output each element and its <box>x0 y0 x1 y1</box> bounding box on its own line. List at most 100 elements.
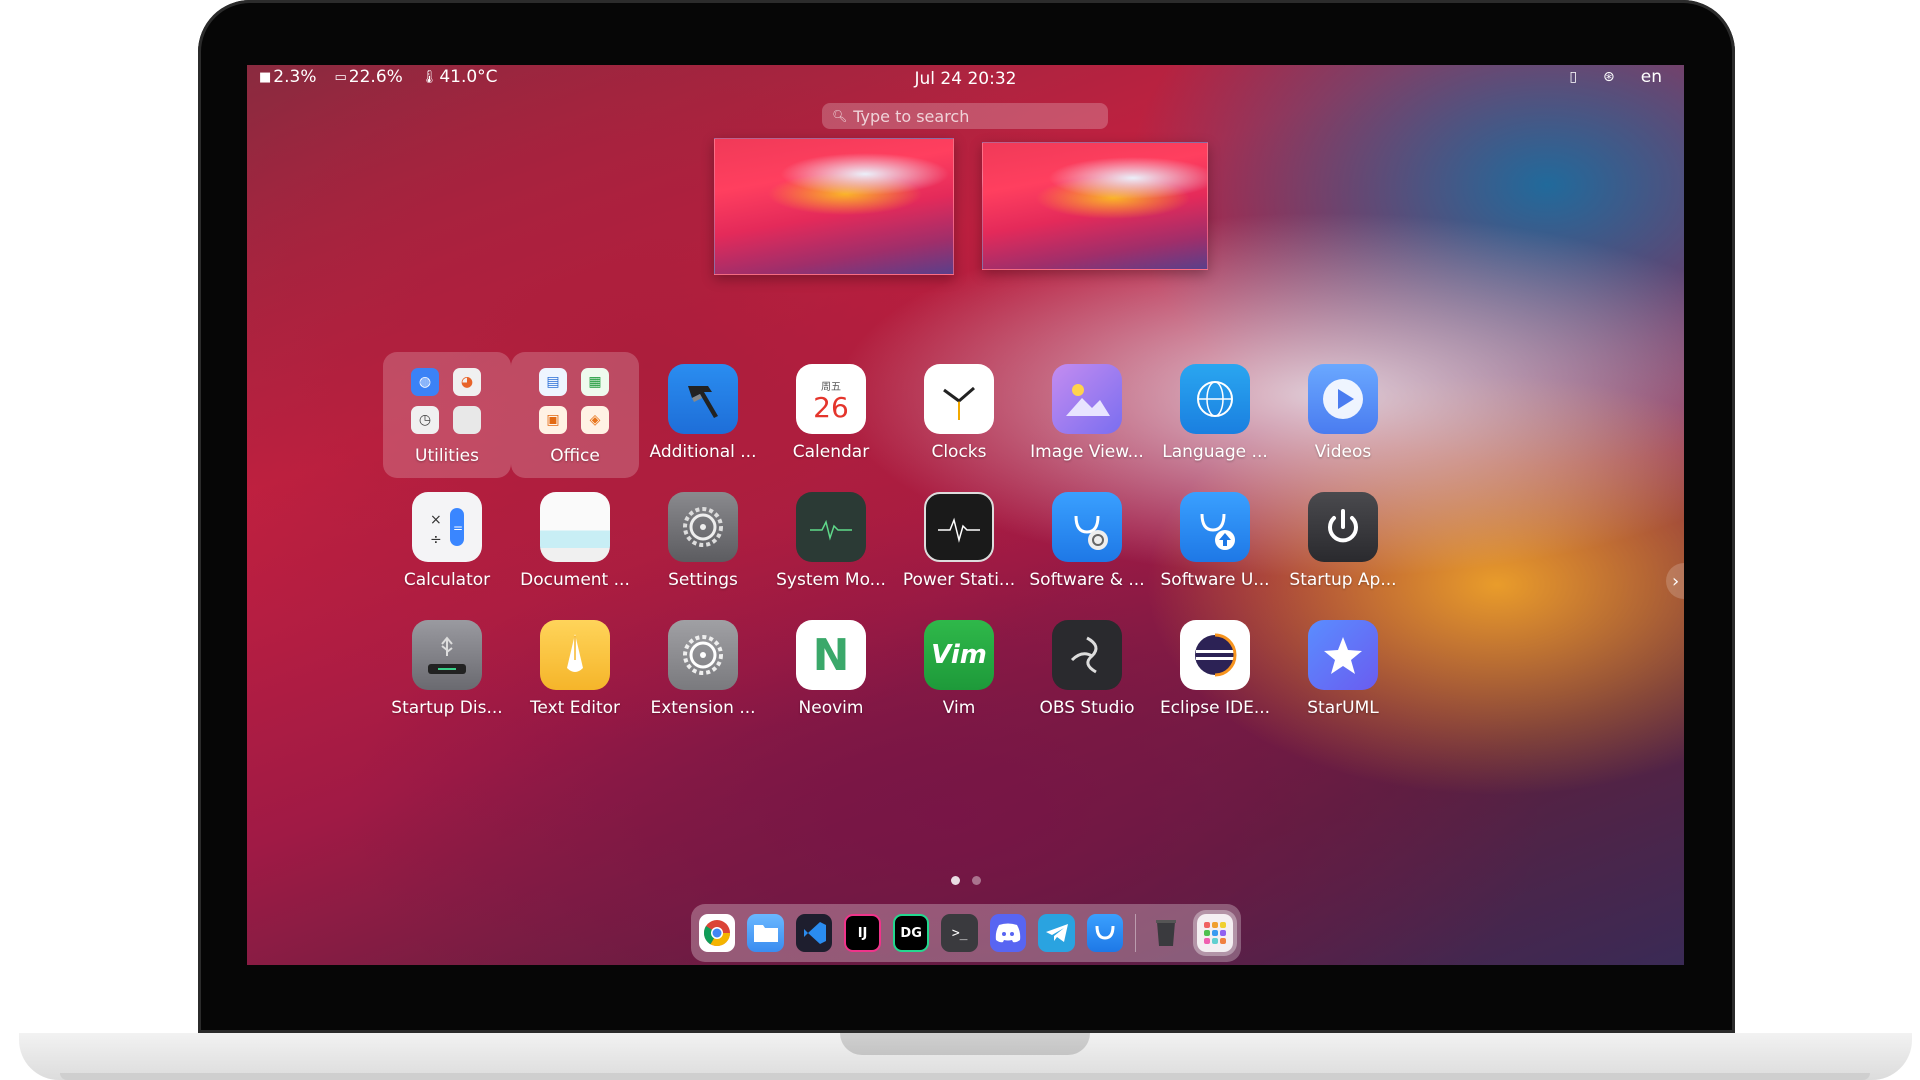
app-staruml[interactable]: StarUML <box>1279 608 1407 734</box>
usb-drive-icon <box>412 620 482 690</box>
intellij-label: IJ <box>857 925 868 941</box>
date-time[interactable]: Jul 24 20:32 <box>247 69 1684 89</box>
app-settings[interactable]: Settings <box>639 480 767 606</box>
star-icon <box>1308 620 1378 690</box>
language-indicator[interactable]: en <box>1641 67 1662 87</box>
obs-icon <box>1052 620 1122 690</box>
globe-icon <box>1180 364 1250 434</box>
neovim-glyph: N <box>812 629 850 681</box>
document-icon <box>540 492 610 562</box>
clipboard-icon[interactable]: ▯ <box>1569 69 1577 85</box>
app-label: Neovim <box>798 698 864 718</box>
app-clocks[interactable]: Clocks <box>895 352 1023 478</box>
app-language-support[interactable]: Language ... <box>1151 352 1279 478</box>
app-label: Office <box>550 446 600 466</box>
terminal-icon[interactable]: >_ <box>941 914 978 952</box>
pen-icon <box>540 620 610 690</box>
app-label: Text Editor <box>529 698 621 718</box>
app-software-updater[interactable]: Software U... <box>1151 480 1279 606</box>
calculator-icon: × ÷ = <box>412 492 482 562</box>
power-icon <box>1308 492 1378 562</box>
workspace-thumbnail-2[interactable] <box>982 142 1208 270</box>
app-startup-applications[interactable]: Startup Ap... <box>1279 480 1407 606</box>
desktop-screen: ■ 2.3% ▭ 22.6% 🌡︎ 41.0°C Jul 24 20:32 ▯ … <box>247 65 1684 965</box>
software-store-icon[interactable] <box>1086 914 1124 952</box>
top-bar: ■ 2.3% ▭ 22.6% 🌡︎ 41.0°C Jul 24 20:32 ▯ … <box>247 65 1684 93</box>
writer-mini-icon: ▤ <box>539 368 567 396</box>
intellij-icon[interactable]: IJ <box>844 914 881 952</box>
app-label: Document ... <box>520 570 630 590</box>
app-obs-studio[interactable]: OBS Studio <box>1023 608 1151 734</box>
workspace-thumbnail-1[interactable] <box>714 138 954 275</box>
app-utilities-folder[interactable]: ◍ ◕ ◷ Utilities <box>383 352 511 478</box>
app-label: Language ... <box>1162 442 1268 462</box>
image-viewer-icon <box>1052 364 1122 434</box>
app-label: StarUML <box>1307 698 1379 718</box>
app-additional-drivers[interactable]: Additional ... <box>639 352 767 478</box>
app-document-viewer[interactable]: Document ... <box>511 480 639 606</box>
app-power-statistics[interactable]: Power Stati... <box>895 480 1023 606</box>
app-label: System Mo... <box>776 570 886 590</box>
chevron-right-icon: › <box>1672 570 1680 592</box>
page-dot-2[interactable] <box>971 876 981 885</box>
software-sources-icon <box>1052 492 1122 562</box>
software-updater-icon <box>1180 492 1250 562</box>
laptop-notch <box>840 1033 1090 1055</box>
app-calendar[interactable]: 周五 26 Calendar <box>767 352 895 478</box>
app-software-sources[interactable]: Software & ... <box>1023 480 1151 606</box>
color-mini-icon: ◕ <box>453 368 481 396</box>
app-label: Eclipse IDE... <box>1159 698 1271 718</box>
accessibility-icon[interactable]: ⊛ <box>1603 69 1615 85</box>
files-icon[interactable] <box>747 914 784 952</box>
telegram-icon[interactable] <box>1038 914 1075 952</box>
app-label: Software & ... <box>1029 570 1145 590</box>
search-input[interactable]: 🔍︎ Type to search <box>822 103 1108 129</box>
vim-glyph: Vim <box>931 640 987 670</box>
app-label: Calculator <box>403 570 491 590</box>
app-vim[interactable]: Vim Vim <box>895 608 1023 734</box>
calc-mini-icon: ▦ <box>581 368 609 396</box>
terminal-prompt: >_ <box>951 925 968 941</box>
datagrip-label: DG <box>900 925 922 941</box>
page-dot-1[interactable] <box>950 876 960 885</box>
app-startup-disk-creator[interactable]: Startup Dis... <box>383 608 511 734</box>
app-calculator[interactable]: × ÷ = Calculator <box>383 480 511 606</box>
app-label: Additional ... <box>649 442 757 462</box>
app-videos[interactable]: Videos <box>1279 352 1407 478</box>
discord-icon[interactable] <box>989 914 1027 952</box>
eclipse-icon <box>1180 620 1250 690</box>
impress-mini-icon: ▣ <box>539 406 567 434</box>
draw-mini-icon: ◈ <box>581 406 609 434</box>
vim-icon: Vim <box>924 620 994 690</box>
office-folder-icon: ▤ ▦ ▣ ◈ <box>533 364 617 438</box>
extension-gear-icon <box>668 620 738 690</box>
app-image-viewer[interactable]: Image View... <box>1023 352 1151 478</box>
app-label: Startup Dis... <box>391 698 503 718</box>
laptop-base-shadow <box>60 1073 1870 1080</box>
dock-separator <box>1135 914 1137 952</box>
power-statistics-icon <box>924 492 994 562</box>
window-mini-icon <box>453 406 481 434</box>
dock: IJ DG >_ <box>691 904 1241 962</box>
chrome-icon[interactable] <box>699 914 736 952</box>
app-system-monitor[interactable]: System Mo... <box>767 480 895 606</box>
app-extension-manager[interactable]: Extension ... <box>639 608 767 734</box>
next-page-arrow[interactable]: › <box>1666 563 1684 599</box>
app-label: Image View... <box>1030 442 1144 462</box>
datagrip-icon[interactable]: DG <box>892 914 930 952</box>
page-indicator <box>247 876 1684 885</box>
vscode-icon[interactable] <box>795 914 833 952</box>
app-grid-icon[interactable] <box>1196 914 1233 952</box>
app-text-editor[interactable]: Text Editor <box>511 608 639 734</box>
app-label: OBS Studio <box>1039 698 1135 718</box>
app-label: Utilities <box>415 446 479 466</box>
trash-icon[interactable] <box>1148 914 1184 952</box>
app-eclipse-ide[interactable]: Eclipse IDE... <box>1151 608 1279 734</box>
globe-mini-icon: ◍ <box>411 368 439 396</box>
app-label: Calendar <box>792 442 870 462</box>
app-neovim[interactable]: N Neovim <box>767 608 895 734</box>
app-label: Settings <box>668 570 738 590</box>
app-label: Software U... <box>1160 570 1270 590</box>
app-office-folder[interactable]: ▤ ▦ ▣ ◈ Office <box>511 352 639 478</box>
calendar-icon: 周五 26 <box>796 364 866 434</box>
